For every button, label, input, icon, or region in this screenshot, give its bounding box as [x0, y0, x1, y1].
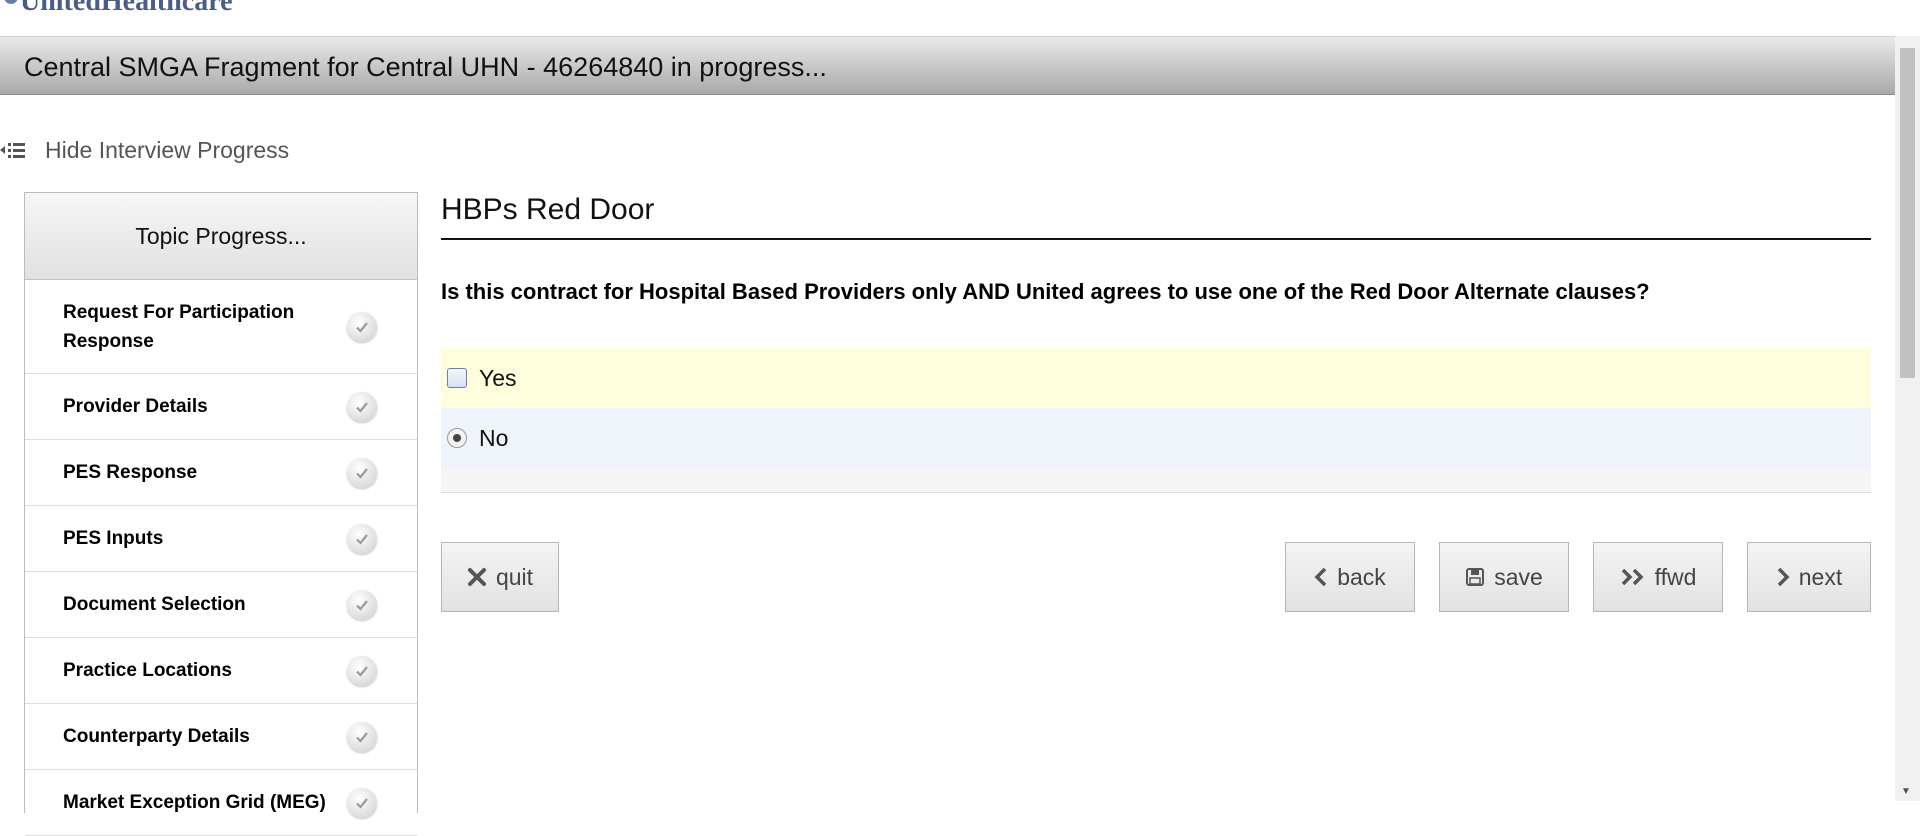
- double-chevron-right-icon: [1621, 568, 1644, 586]
- question-text: Is this contract for Hospital Based Prov…: [441, 279, 1650, 304]
- quit-label: quit: [495, 563, 534, 590]
- save-button[interactable]: save: [1439, 542, 1569, 612]
- save-label: save: [1494, 563, 1543, 590]
- topic-item-market-exception-grid[interactable]: Market Exception Grid (MEG): [25, 770, 417, 836]
- check-circle-icon: [347, 589, 377, 620]
- topic-item-request-for-participation[interactable]: Request For Participation Response: [25, 280, 417, 374]
- chevron-right-icon: [1777, 567, 1790, 587]
- logo-bar: UnitedHealthcare: [0, 0, 1895, 37]
- check-circle-icon: [347, 457, 377, 488]
- topic-label: Market Exception Grid (MEG): [63, 792, 326, 813]
- option-label: Yes: [479, 364, 517, 391]
- next-label: next: [1798, 563, 1843, 590]
- hide-progress-toggle[interactable]: Hide Interview Progress: [0, 134, 289, 166]
- chevron-left-icon: [1314, 567, 1327, 587]
- topic-progress-header: Topic Progress...: [25, 193, 417, 280]
- section-title: HBPs Red Door: [441, 190, 1871, 240]
- topic-label: PES Response: [63, 462, 198, 483]
- check-circle-icon: [347, 523, 377, 554]
- topic-label: Counterparty Details: [63, 726, 250, 747]
- page-title: Central SMGA Fragment for Central UHN - …: [24, 52, 827, 82]
- no-radio[interactable]: [447, 428, 467, 448]
- check-circle-icon: [347, 721, 377, 752]
- option-yes[interactable]: Yes: [441, 348, 1871, 408]
- topic-item-document-selection[interactable]: Document Selection: [25, 572, 417, 638]
- hide-progress-label: Hide Interview Progress: [45, 136, 290, 163]
- logo-text: UnitedHealthcare: [20, 0, 233, 17]
- logo-icon: [4, 0, 18, 4]
- scroll-down-arrow-icon[interactable]: ▼: [1901, 786, 1911, 797]
- topic-progress-panel: Topic Progress... Request For Participat…: [24, 192, 418, 836]
- check-circle-icon: [347, 655, 377, 686]
- ffwd-label: ffwd: [1654, 563, 1697, 590]
- back-button[interactable]: back: [1285, 542, 1415, 612]
- ffwd-button[interactable]: ffwd: [1593, 542, 1723, 612]
- next-button[interactable]: next: [1747, 542, 1871, 612]
- title-bar: Central SMGA Fragment for Central UHN - …: [0, 37, 1895, 95]
- topic-item-pes-inputs[interactable]: PES Inputs: [25, 506, 417, 572]
- quit-button[interactable]: quit: [441, 542, 559, 612]
- topic-list: Request For Participation Response Provi…: [25, 280, 417, 836]
- back-label: back: [1337, 563, 1386, 590]
- yes-checkbox[interactable]: [447, 368, 467, 388]
- vertical-scrollbar[interactable]: ▼: [1895, 36, 1920, 801]
- topic-item-practice-locations[interactable]: Practice Locations: [25, 638, 417, 704]
- check-circle-icon: [347, 311, 377, 342]
- radio-selected-dot: [453, 434, 461, 442]
- option-no[interactable]: No: [441, 408, 1871, 468]
- option-label: No: [479, 424, 509, 451]
- topic-label: Document Selection: [63, 594, 246, 615]
- topic-item-counterparty-details[interactable]: Counterparty Details: [25, 704, 417, 770]
- check-circle-icon: [347, 391, 377, 422]
- collapse-list-icon: [0, 143, 25, 158]
- options-footer: [441, 468, 1871, 493]
- scrollbar-thumb[interactable]: [1900, 48, 1915, 378]
- topic-item-provider-details[interactable]: Provider Details: [25, 374, 417, 440]
- topic-label: Request For Participation Response: [63, 301, 295, 352]
- floppy-disk-icon: [1466, 568, 1485, 586]
- topic-label: PES Inputs: [63, 528, 164, 549]
- topic-item-pes-response[interactable]: PES Response: [25, 440, 417, 506]
- topic-label: Practice Locations: [63, 660, 232, 681]
- close-icon: [467, 568, 486, 586]
- topic-label: Provider Details: [63, 396, 208, 417]
- check-circle-icon: [347, 787, 377, 818]
